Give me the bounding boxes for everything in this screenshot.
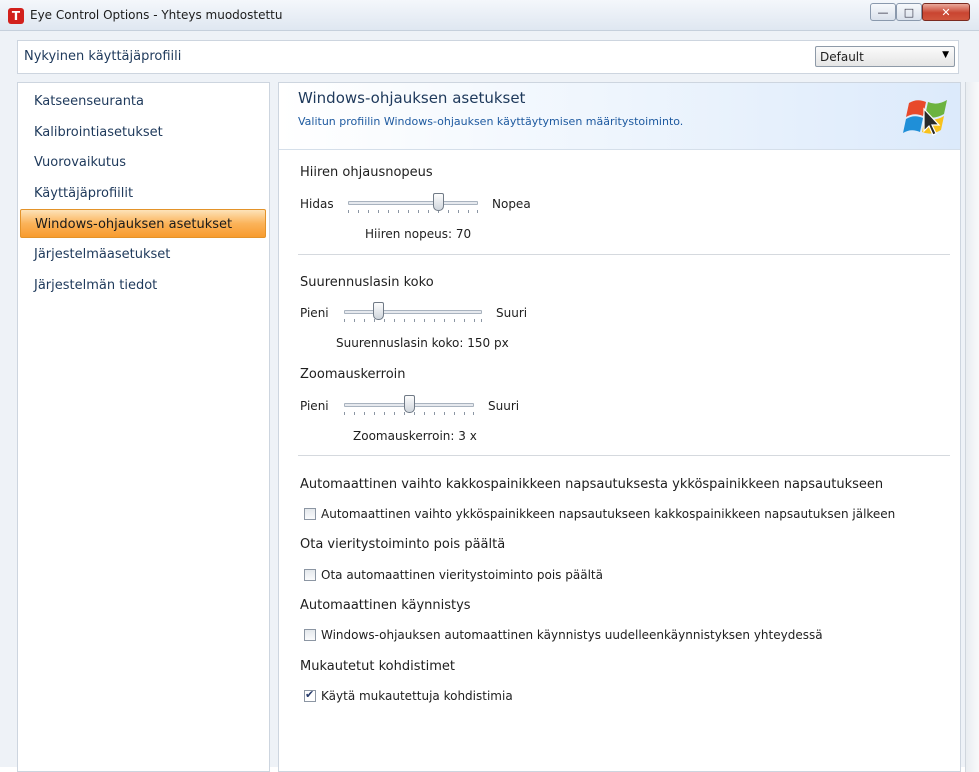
- panel-header: Windows-ohjauksen asetukset Valitun prof…: [279, 83, 960, 150]
- eye-control-options-window: T Eye Control Options - Yhteys muodostet…: [0, 0, 979, 772]
- zoom-min-label: Pieni: [300, 399, 329, 413]
- mouse-speed-slider[interactable]: [348, 201, 478, 205]
- magnifier-min-label: Pieni: [300, 306, 329, 320]
- custom-cursors-label[interactable]: Käytä mukautettuja kohdistimia: [321, 689, 513, 703]
- divider: [298, 455, 950, 456]
- page-subtitle: Valitun profiilin Windows-ohjauksen käyt…: [298, 115, 684, 128]
- auto-switch-checkbox[interactable]: [304, 508, 316, 520]
- magnifier-size-slider[interactable]: [344, 310, 482, 314]
- dropdown-arrow-icon: ▼: [942, 50, 949, 60]
- custom-cursors-title: Mukautetut kohdistimet: [300, 659, 455, 674]
- autostart-checkbox[interactable]: [304, 629, 316, 641]
- sidebar-item-windows-ohjaus[interactable]: Windows-ohjauksen asetukset: [20, 209, 266, 238]
- zoom-factor-slider-thumb[interactable]: [404, 395, 415, 413]
- custom-cursors-checkbox[interactable]: [304, 688, 316, 702]
- title-bar[interactable]: T Eye Control Options - Yhteys muodostet…: [0, 0, 979, 31]
- sidebar-item-kalibrointiasetukset[interactable]: Kalibrointiasetukset: [20, 118, 266, 147]
- windows-logo-icon: [903, 100, 947, 136]
- settings-panel: Windows-ohjauksen asetukset Valitun prof…: [278, 82, 961, 772]
- current-profile-label: Nykyinen käyttäjäprofiili: [24, 49, 182, 64]
- auto-switch-label[interactable]: Automaattinen vaihto ykköspainikkeen nap…: [321, 507, 895, 521]
- mouse-speed-title: Hiiren ohjausnopeus: [300, 165, 433, 180]
- minimize-icon: —: [877, 5, 889, 19]
- autostart-title: Automaattinen käynnistys: [300, 598, 471, 613]
- maximize-icon: □: [903, 5, 915, 19]
- magnifier-size-slider-thumb[interactable]: [373, 302, 384, 320]
- sidebar-item-katseenseuranta[interactable]: Katseenseuranta: [20, 87, 266, 116]
- maximize-button[interactable]: □: [896, 3, 922, 21]
- auto-switch-title: Automaattinen vaihto kakkospainikkeen na…: [300, 477, 884, 492]
- settings-sidebar: Katseenseuranta Kalibrointiasetukset Vuo…: [17, 82, 270, 772]
- zoom-factor-title: Zoomauskerroin: [300, 367, 406, 382]
- mouse-speed-value: Hiiren nopeus: 70: [365, 227, 472, 241]
- mouse-speed-min-label: Hidas: [300, 197, 334, 211]
- window-title: Eye Control Options - Yhteys muodostettu: [30, 8, 283, 22]
- magnifier-ticks: [344, 319, 482, 322]
- zoom-max-label: Suuri: [488, 399, 520, 413]
- sidebar-item-jarjestelman-tiedot[interactable]: Järjestelmän tiedot: [20, 271, 266, 300]
- sidebar-item-vuorovaikutus[interactable]: Vuorovaikutus: [20, 148, 266, 177]
- zoom-factor-value: Zoomauskerroin: 3 x: [353, 429, 477, 443]
- magnifier-max-label: Suuri: [496, 306, 528, 320]
- scroll-disable-label[interactable]: Ota automaattinen vieritystoiminto pois …: [321, 568, 603, 582]
- mouse-speed-slider-thumb[interactable]: [433, 193, 444, 211]
- magnifier-size-value: Suurennuslasin koko: 150 px: [336, 336, 509, 350]
- magnifier-size-title: Suurennuslasin koko: [300, 275, 434, 290]
- sidebar-item-jarjestelmaasetukset[interactable]: Järjestelmäasetukset: [20, 240, 266, 269]
- divider: [298, 254, 950, 255]
- profile-bar: Nykyinen käyttäjäprofiili Default ▼: [17, 40, 959, 74]
- mouse-speed-max-label: Nopea: [492, 197, 531, 211]
- profile-select-value: Default: [820, 50, 864, 64]
- app-logo-icon: T: [8, 8, 24, 24]
- window-scrollbar[interactable]: [965, 82, 979, 772]
- page-title: Windows-ohjauksen asetukset: [298, 89, 526, 107]
- mouse-speed-ticks: [348, 210, 478, 213]
- scroll-disable-title: Ota vieritystoiminto pois päältä: [300, 537, 506, 552]
- sidebar-item-kayttajaprofiilit[interactable]: Käyttäjäprofiilit: [20, 179, 266, 208]
- scroll-disable-checkbox[interactable]: [304, 569, 316, 581]
- close-button[interactable]: ✕: [922, 3, 970, 21]
- autostart-label[interactable]: Windows-ohjauksen automaattinen käynnist…: [321, 628, 823, 642]
- close-icon: ✕: [941, 5, 951, 19]
- minimize-button[interactable]: —: [870, 3, 896, 21]
- profile-select[interactable]: Default ▼: [815, 46, 955, 67]
